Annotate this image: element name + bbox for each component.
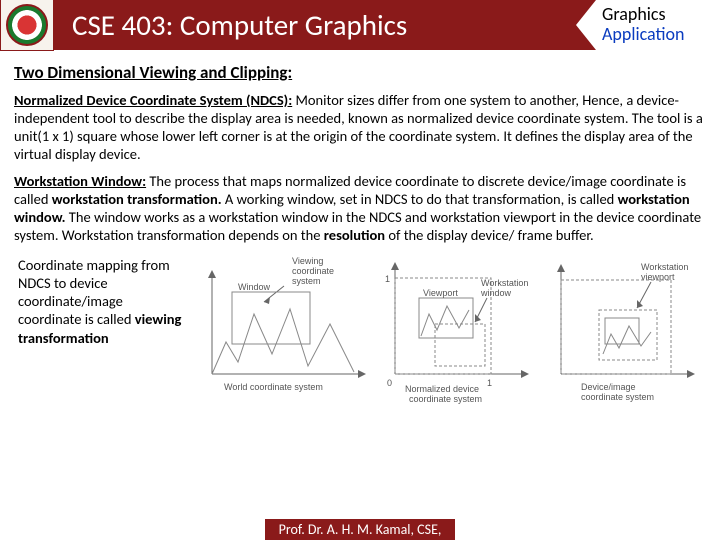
ws-t2: A working window, set in NDCS to do that… bbox=[222, 190, 618, 208]
label-viewing-1: Viewing bbox=[292, 256, 323, 266]
label-viewing-2: coordinate bbox=[292, 266, 334, 276]
institution-logo bbox=[0, 0, 54, 51]
diagram-ndcs: 1 1 0 Viewport Workstation window Normal… bbox=[375, 254, 535, 404]
label-one-x: 1 bbox=[487, 378, 492, 388]
lower-row: Coordinate mapping from NDCS to device c… bbox=[14, 252, 706, 404]
diagram-caption: Coordinate mapping from NDCS to device c… bbox=[14, 252, 194, 347]
diagram-world: Viewing coordinate system Window World bbox=[194, 254, 369, 404]
ws-b1: workstation transformation. bbox=[52, 190, 222, 208]
topic-label: Graphics Application bbox=[596, 0, 720, 50]
course-title: CSE 403: Computer Graphics bbox=[54, 0, 596, 50]
paragraph-workstation: Workstation Window: The process that map… bbox=[14, 172, 706, 245]
label-wswin-1: Workstation bbox=[481, 278, 528, 288]
footer-author: Prof. Dr. A. H. M. Kamal, CSE, bbox=[265, 519, 456, 540]
label-one-y: 1 bbox=[385, 274, 390, 284]
diagram-row: Viewing coordinate system Window World bbox=[194, 252, 706, 404]
label-zero: 0 bbox=[387, 378, 392, 388]
paragraph-ndcs: Normalized Device Coordinate System (NDC… bbox=[14, 91, 706, 164]
label-wsvp-1: Workstation bbox=[641, 262, 688, 272]
label-viewing-3: system bbox=[292, 276, 321, 286]
label-dev-1: Device/image bbox=[581, 382, 636, 392]
label-world: World coordinate system bbox=[224, 382, 323, 392]
slide-footer: Prof. Dr. A. H. M. Kamal, CSE, bbox=[0, 519, 720, 540]
topic-line2: Application bbox=[602, 25, 720, 45]
label-viewport: Viewport bbox=[423, 288, 458, 298]
label-norm: Normalized device bbox=[405, 384, 479, 394]
ws-t4: of the display device/ frame buffer. bbox=[385, 226, 594, 244]
section-heading: Two Dimensional Viewing and Clipping: bbox=[14, 62, 706, 83]
ndcs-lead: Normalized Device Coordinate System (NDC… bbox=[14, 91, 292, 109]
label-wswin-2: window bbox=[480, 288, 512, 298]
logo-emblem bbox=[6, 4, 48, 46]
diagram-device: Workstation viewport Device/image bbox=[541, 254, 701, 404]
slide-header: CSE 403: Computer Graphics Graphics Appl… bbox=[0, 0, 720, 50]
ws-b3: resolution bbox=[324, 226, 385, 244]
slide-body: Two Dimensional Viewing and Clipping: No… bbox=[0, 50, 720, 404]
ws-lead: Workstation Window: bbox=[14, 172, 146, 190]
label-window: Window bbox=[238, 282, 271, 292]
label-norm-2: coordinate system bbox=[409, 394, 482, 404]
label-dev-2: coordinate system bbox=[581, 392, 654, 402]
